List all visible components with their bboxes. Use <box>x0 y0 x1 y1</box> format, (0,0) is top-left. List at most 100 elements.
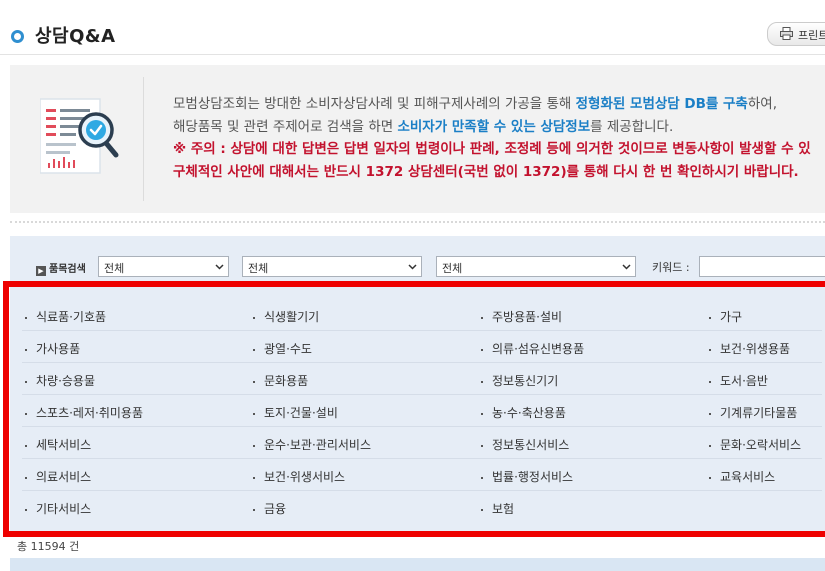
category-item[interactable]: 보험 <box>478 500 514 517</box>
bullet-dot-icon <box>481 508 483 511</box>
category-item[interactable]: 가사용품 <box>22 340 80 357</box>
bullet-dot-icon <box>253 476 255 479</box>
section-divider <box>10 221 825 223</box>
category-label: 문화용품 <box>264 374 309 388</box>
category-row: 스포츠·레저·취미용품 토지·건물·설비 농·수·축산용품 기계류기타물품 <box>22 395 822 427</box>
info-line-2-text: 해당품목 및 관련 주제어로 검색을 하면 <box>173 118 398 135</box>
bullet-dot-icon <box>25 444 27 447</box>
category-label: 보건·위생서비스 <box>264 470 346 484</box>
bullet-dot-icon <box>709 348 711 351</box>
bullet-dot-icon <box>25 412 27 415</box>
category-label: 의류·섬유신변용품 <box>492 342 585 356</box>
bullet-dot-icon <box>253 444 255 447</box>
category-item[interactable]: 가구 <box>706 308 742 325</box>
print-button[interactable]: 프린트 <box>767 22 825 46</box>
category-item[interactable]: 도서·음반 <box>706 372 768 389</box>
arrow-right-icon: ▶ <box>36 266 46 276</box>
category-item[interactable]: 의류·섬유신변용품 <box>478 340 584 357</box>
bullet-dot-icon <box>481 476 483 479</box>
category-item[interactable]: 교육서비스 <box>706 468 775 485</box>
category-label: 정보통신서비스 <box>492 438 570 452</box>
category-item[interactable]: 법률·행정서비스 <box>478 468 573 485</box>
category-item[interactable]: 정보통신기기 <box>478 372 558 389</box>
category-label: 법률·행정서비스 <box>492 470 574 484</box>
category-select-1[interactable]: 전체 <box>98 256 229 277</box>
category-item[interactable]: 토지·건물·설비 <box>250 404 338 421</box>
info-box: 모범상담조회는 방대한 소비자상담사례 및 피해구제사례의 가공을 통해 정형화… <box>10 65 825 213</box>
bullet-dot-icon <box>25 380 27 383</box>
bullet-dot-icon <box>481 316 483 319</box>
category-item[interactable]: 보건·위생용품 <box>706 340 790 357</box>
keyword-input[interactable] <box>699 256 825 277</box>
notice-line-1: ※ 주의 : 상담에 대한 답변은 답변 일자의 법령이나 판례, 조정례 등에… <box>173 141 811 157</box>
category-label: 세탁서비스 <box>36 438 92 452</box>
category-item[interactable]: 의료서비스 <box>22 468 91 485</box>
category-label: 스포츠·레저·취미용품 <box>36 406 143 420</box>
print-label: 프린트 <box>798 29 825 42</box>
category-label: 기계류기타물품 <box>720 406 798 420</box>
category-item[interactable]: 문화·오락서비스 <box>706 436 801 453</box>
info-line-1-end: 하여, <box>747 96 777 112</box>
chevron-down-icon <box>622 264 631 270</box>
chevron-down-icon <box>215 264 224 270</box>
category-item[interactable]: 광열·수도 <box>250 340 312 357</box>
bullet-dot-icon <box>25 508 27 511</box>
bullet-dot-icon <box>253 380 255 383</box>
category-row: 가사용품 광열·수도 의류·섬유신변용품 보건·위생용품 <box>22 331 822 363</box>
category-item[interactable]: 금융 <box>250 500 286 517</box>
category-select-2[interactable]: 전체 <box>242 256 422 277</box>
category-row: 차량·승용물 문화용품 정보통신기기 도서·음반 <box>22 363 822 395</box>
category-label: 정보통신기기 <box>492 374 559 388</box>
category-label: 의료서비스 <box>36 470 92 484</box>
info-highlight-db: 정형화된 모범상담 DB를 구축 <box>575 96 748 112</box>
category-item[interactable]: 기타서비스 <box>22 500 91 517</box>
category-item[interactable]: 식생활기기 <box>250 308 319 325</box>
bullet-dot-icon <box>709 412 711 415</box>
category-label: 도서·음반 <box>720 374 768 388</box>
category-label: 식료품·기호품 <box>36 310 107 324</box>
page-title: 상담Q&A <box>35 26 116 47</box>
bullet-dot-icon <box>481 380 483 383</box>
notice-line-2: 구체적인 사안에 대해서는 반드시 1372 상담센터(국번 없이 1372)를… <box>173 163 799 180</box>
category-label: 보험 <box>492 502 515 516</box>
category-item[interactable]: 운수·보관·관리서비스 <box>250 436 371 453</box>
category-select-3-value: 전체 <box>442 262 463 275</box>
bullet-dot-icon <box>25 348 27 351</box>
category-label: 토지·건물·설비 <box>264 406 338 420</box>
bullet-dot-icon <box>25 316 27 319</box>
category-select-3[interactable]: 전체 <box>436 256 636 277</box>
category-row: 기타서비스 금융 보험 <box>22 491 822 522</box>
category-label: 교육서비스 <box>720 470 776 484</box>
category-label: 차량·승용물 <box>36 374 96 388</box>
total-count: 총 11594 건 <box>17 540 80 553</box>
bullet-dot-icon <box>253 508 255 511</box>
bullet-dot-icon <box>481 444 483 447</box>
table-header <box>10 558 825 571</box>
category-item[interactable]: 식료품·기호품 <box>22 308 106 325</box>
category-item[interactable]: 기계류기타물품 <box>706 404 797 421</box>
category-item[interactable]: 세탁서비스 <box>22 436 91 453</box>
printer-icon <box>780 27 793 40</box>
top-border <box>0 0 825 4</box>
category-item[interactable]: 보건·위생서비스 <box>250 468 345 485</box>
category-item[interactable]: 주방용품·설비 <box>478 308 562 325</box>
category-row: 식료품·기호품 식생활기기 주방용품·설비 가구 <box>22 299 822 331</box>
category-item[interactable]: 차량·승용물 <box>22 372 95 389</box>
category-item[interactable]: 문화용품 <box>250 372 308 389</box>
info-highlight-info: 소비자가 만족할 수 있는 상담정보 <box>397 118 591 135</box>
search-label: ▶ 품목검색 <box>36 260 86 276</box>
info-line-2: 해당품목 및 관련 주제어로 검색을 하면 소비자가 만족할 수 있는 상담정보… <box>173 116 825 139</box>
bullet-dot-icon <box>481 412 483 415</box>
chevron-down-icon <box>408 264 417 270</box>
category-item[interactable]: 스포츠·레저·취미용품 <box>22 404 143 421</box>
category-grid: 식료품·기호품 식생활기기 주방용품·설비 가구 가사용품 광열·수도 의류·섬유신변용품 보… <box>22 299 822 522</box>
category-item[interactable]: 농·수·축산용품 <box>478 404 566 421</box>
category-label: 운수·보관·관리서비스 <box>264 438 371 452</box>
category-item[interactable]: 정보통신서비스 <box>478 436 569 453</box>
category-label: 가사용품 <box>36 342 81 356</box>
category-row: 세탁서비스 운수·보관·관리서비스 정보통신서비스 문화·오락서비스 <box>22 427 822 459</box>
bullet-dot-icon <box>253 412 255 415</box>
category-label: 보건·위생용품 <box>720 342 791 356</box>
bullet-dot-icon <box>709 380 711 383</box>
info-line-2-end: 를 제공합니다. <box>590 118 674 135</box>
